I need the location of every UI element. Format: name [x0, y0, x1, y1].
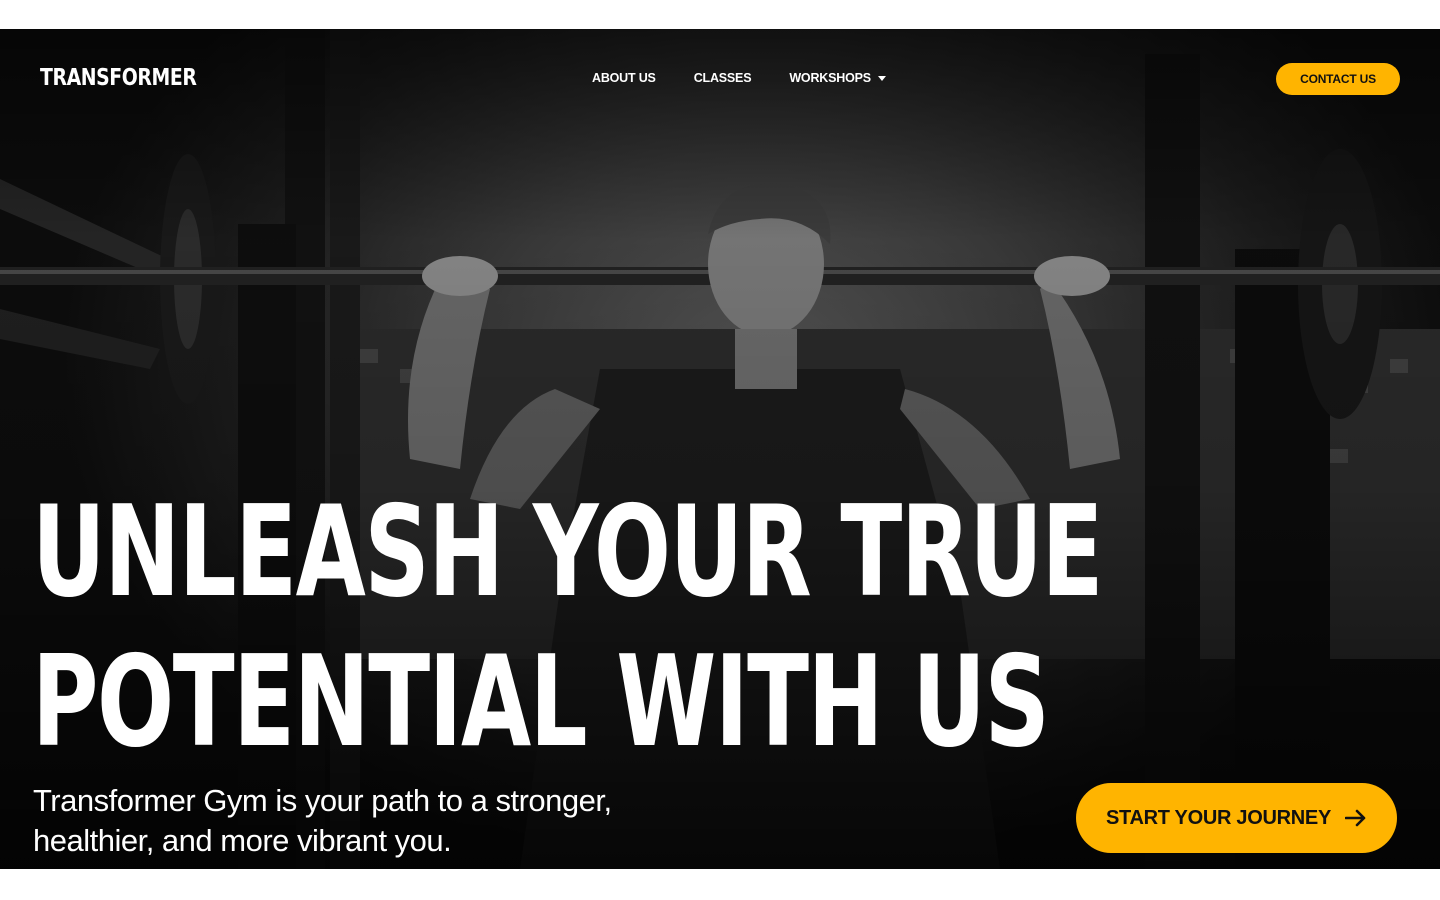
hero-headline: UNLEASH YOUR TRUE POTENTIAL WITH US [32, 477, 1103, 777]
start-journey-label: START YOUR JOURNEY [1105, 806, 1331, 829]
hero-subtext: Transformer Gym is your path to a strong… [33, 783, 612, 858]
nav-item-label: ABOUT US [592, 71, 656, 85]
hero-headline-line-1: UNLEASH YOUR TRUE [32, 478, 1103, 625]
nav-item-about-us[interactable]: ABOUT US [592, 71, 656, 85]
start-journey-button[interactable]: START YOUR JOURNEY [1076, 783, 1397, 853]
hero-headline-line-2: POTENTIAL WITH US [32, 628, 1050, 775]
nav-item-label: CLASSES [693, 71, 752, 85]
caret-down-icon [877, 75, 886, 81]
nav-item-label: WORKSHOPS [789, 71, 871, 85]
nav-item-classes[interactable]: CLASSES [694, 71, 752, 85]
contact-us-button[interactable]: CONTACT US [1276, 63, 1400, 95]
main-nav: ABOUT US CLASSES WORKSHOPS [592, 71, 886, 85]
arrow-right-icon [1345, 809, 1366, 827]
site-logo[interactable]: TRANSFORMER [40, 65, 197, 91]
nav-item-workshops[interactable]: WORKSHOPS [789, 71, 886, 85]
hero-section: TRANSFORMER ABOUT US CLASSES WORKSHOPS C… [0, 29, 1440, 869]
